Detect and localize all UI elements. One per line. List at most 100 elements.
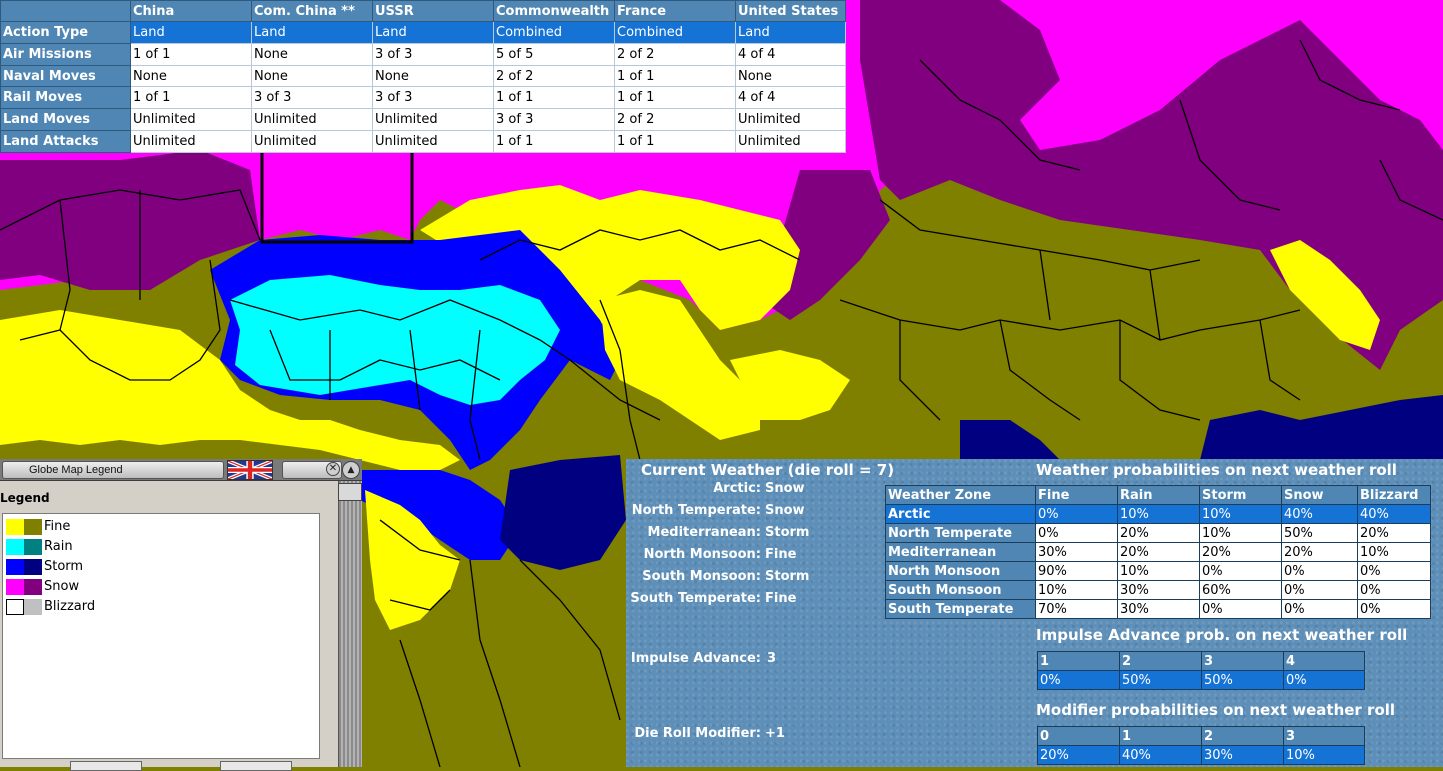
prob-row-label: South Monsoon — [885, 580, 1036, 600]
table-cell: Unlimited — [735, 108, 846, 132]
table-row-action-type[interactable]: Action Type Land Land Land Combined Comb… — [0, 21, 846, 44]
legend-bottom-button-left[interactable] — [70, 761, 142, 771]
weather-probabilities-title: Weather probabilities on next weather ro… — [1036, 461, 1397, 479]
table-cell: Unlimited — [735, 130, 846, 153]
column-header-united-states[interactable]: United States — [735, 0, 846, 22]
modifier-col-header: 0 — [1037, 726, 1120, 746]
prob-cell: 10% — [1199, 523, 1282, 543]
table-cell: Unlimited — [130, 130, 252, 153]
prob-cell: 10% — [1035, 580, 1118, 600]
table-cell: Unlimited — [251, 130, 373, 153]
legend-titlebar[interactable]: Globe Map Legend ✕ ▲ — [0, 459, 362, 481]
zone-label-text: North Temperate: — [631, 503, 761, 518]
prob-row-label: Arctic — [885, 504, 1036, 524]
table-row-land-moves[interactable]: Land Moves Unlimited Unlimited Unlimited… — [0, 108, 846, 132]
table-cell: 1 of 1 — [493, 130, 615, 153]
legend-list: Fine Rain Storm Snow Blizzard — [2, 513, 320, 759]
prob-cell: 10% — [1199, 504, 1282, 524]
row-label: Action Type — [0, 21, 131, 44]
legend-heading: Legend — [0, 491, 50, 505]
die-roll-modifier-value-text: +1 — [765, 726, 785, 741]
table-cell: None — [251, 42, 373, 66]
table-cell: 2 of 2 — [614, 108, 736, 132]
prob-row-mediterranean[interactable]: Mediterranean 30% 20% 20% 20% 10% — [885, 542, 1431, 562]
prob-cell: 0% — [1357, 561, 1431, 581]
zone-value-text: Snow — [765, 481, 805, 496]
snow-swatch-dark — [24, 579, 42, 595]
legend-item-snow: Snow — [5, 576, 305, 596]
prob-row-north-temperate[interactable]: North Temperate 0% 20% 10% 50% 20% — [885, 523, 1431, 543]
column-header-commonwealth[interactable]: Commonwealth — [493, 0, 615, 22]
impulse-advance-label-text: Impulse Advance: — [630, 651, 761, 666]
table-cell: 2 of 2 — [493, 64, 615, 88]
table-row-air-missions[interactable]: Air Missions 1 of 1 None 3 of 3 5 of 5 2… — [0, 42, 846, 66]
prob-cell: 0% — [1357, 599, 1431, 619]
column-header-ussr[interactable]: USSR — [372, 0, 494, 22]
legend-item-fine: Fine — [5, 516, 305, 536]
impulse-cell: 0% — [1283, 670, 1365, 690]
impulse-values-row[interactable]: 0% 50% 50% 0% — [1037, 670, 1365, 690]
legend-scrollbar[interactable] — [338, 481, 362, 767]
table-cell: 1 of 1 — [614, 130, 736, 153]
column-header-com-china[interactable]: Com. China ** — [251, 0, 373, 22]
table-cell: Unlimited — [251, 108, 373, 132]
storm-swatch-dark — [24, 559, 42, 575]
row-label: Rail Moves — [0, 86, 131, 110]
impulse-cell: 50% — [1119, 670, 1202, 690]
column-header-france[interactable]: France — [614, 0, 736, 22]
prob-cell: 40% — [1357, 504, 1431, 524]
modifier-cell: 40% — [1119, 745, 1202, 765]
prob-header-row: Weather Zone Fine Rain Storm Snow Blizza… — [885, 485, 1431, 505]
table-cell: 5 of 5 — [493, 42, 615, 66]
impulse-advance-prob-title: Impulse Advance prob. on next weather ro… — [1036, 626, 1408, 644]
union-jack-flag-icon[interactable] — [227, 460, 273, 480]
table-row-rail-moves[interactable]: Rail Moves 1 of 1 3 of 3 3 of 3 1 of 1 1… — [0, 86, 846, 110]
modifier-header-row: 0 1 2 3 — [1037, 726, 1365, 746]
legend-window-title[interactable]: Globe Map Legend — [2, 461, 224, 479]
action-limits-table: China Com. China ** USSR Commonwealth Fr… — [0, 0, 846, 153]
modifier-values-row[interactable]: 20% 40% 30% 10% — [1037, 745, 1365, 765]
prob-row-south-temperate[interactable]: South Temperate 70% 30% 0% 0% 0% — [885, 599, 1431, 619]
zone-label-text: Arctic: — [713, 481, 761, 496]
prob-cell: 40% — [1281, 504, 1358, 524]
prob-row-label: North Monsoon — [885, 561, 1036, 581]
prob-col-header: Fine — [1035, 485, 1118, 505]
legend-bottom-button-right[interactable] — [220, 761, 292, 771]
prob-cell: 10% — [1117, 504, 1200, 524]
action-table-corner — [0, 0, 131, 22]
zone-label: North Monsoon: — [626, 547, 761, 565]
close-icon[interactable]: ✕ — [326, 462, 340, 476]
table-row-naval-moves[interactable]: Naval Moves None None None 2 of 2 1 of 1… — [0, 64, 846, 88]
table-row-land-attacks[interactable]: Land Attacks Unlimited Unlimited Unlimit… — [0, 130, 846, 153]
prob-row-south-monsoon[interactable]: South Monsoon 10% 30% 60% 0% 0% — [885, 580, 1431, 600]
impulse-col-header: 3 — [1201, 651, 1284, 671]
table-cell: Unlimited — [372, 130, 494, 153]
table-cell: 1 of 1 — [614, 86, 736, 110]
prob-cell: 0% — [1281, 561, 1358, 581]
weather-probabilities-table: Weather Zone Fine Rain Storm Snow Blizza… — [885, 485, 1431, 619]
prob-col-header: Rain — [1117, 485, 1200, 505]
prob-cell: 50% — [1281, 523, 1358, 543]
prob-cell: 20% — [1117, 523, 1200, 543]
zone-label: South Temperate: — [626, 591, 761, 609]
prob-row-arctic[interactable]: Arctic 0% 10% 10% 40% 40% — [885, 504, 1431, 524]
prob-col-header: Snow — [1281, 485, 1358, 505]
prob-cell: 30% — [1117, 580, 1200, 600]
table-cell: 3 of 3 — [372, 86, 494, 110]
rain-swatch-dark — [24, 539, 42, 555]
legend-scrollbar-thumb[interactable] — [338, 483, 362, 501]
prob-cell: 70% — [1035, 599, 1118, 619]
chevron-up-icon[interactable]: ▲ — [342, 461, 360, 479]
prob-cell: 20% — [1117, 542, 1200, 562]
modifier-cell: 10% — [1283, 745, 1365, 765]
prob-row-north-monsoon[interactable]: North Monsoon 90% 10% 0% 0% 0% — [885, 561, 1431, 581]
zone-label-text: South Temperate: — [630, 591, 761, 606]
zone-label-text: Mediterranean: — [647, 525, 761, 540]
prob-row-label: South Temperate — [885, 599, 1036, 619]
zone-label: North Temperate: — [626, 503, 761, 521]
table-cell: Combined — [493, 21, 615, 44]
table-cell: Land — [130, 21, 252, 44]
table-cell: 2 of 2 — [614, 42, 736, 66]
table-cell: Land — [372, 21, 494, 44]
column-header-china[interactable]: China — [130, 0, 252, 22]
